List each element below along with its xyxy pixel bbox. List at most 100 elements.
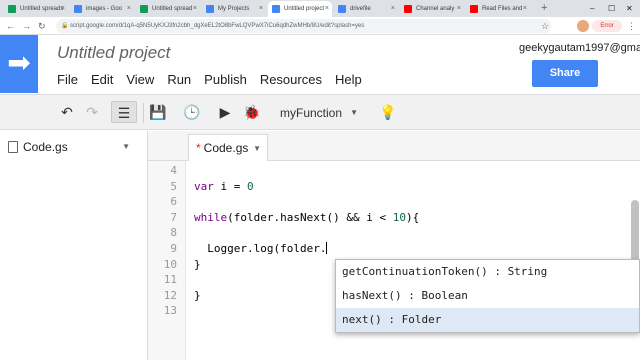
chevron-down-icon: ▼ [350, 108, 358, 117]
browser-menu-icon[interactable]: ⋮ [627, 19, 636, 33]
menu-item-edit[interactable]: Edit [91, 72, 113, 87]
undo-icon[interactable]: ↶ [58, 101, 76, 123]
close-tab-icon[interactable]: × [325, 1, 329, 17]
autocomplete-popup: getContinuationToken() : String hasNext()… [335, 259, 640, 333]
menu-item-publish[interactable]: Publish [204, 72, 247, 87]
browser-tab-strip: + – ☐ ✕ Untitled spreads × images - Goo × Un… [0, 0, 640, 17]
code-token: (folder.hasNext() && i < [227, 210, 393, 224]
line-number: 7 [170, 210, 177, 224]
close-window-button[interactable]: ✕ [626, 0, 633, 17]
browser-tab[interactable]: Read Files and × [466, 1, 530, 17]
line-number: 8 [170, 226, 177, 240]
code-line[interactable]: var i = 0 [194, 179, 254, 195]
minimize-button[interactable]: – [590, 0, 594, 17]
redo-icon[interactable]: ↷ [83, 101, 101, 123]
code-token: 10 [392, 210, 406, 224]
line-number: 11 [163, 273, 177, 287]
close-tab-icon[interactable]: × [61, 1, 65, 17]
favicon-icon [404, 5, 412, 13]
code-token: Logger.log(folder. [194, 242, 327, 255]
close-tab-icon[interactable]: × [127, 1, 131, 17]
reload-button[interactable]: ↻ [38, 19, 46, 33]
share-button[interactable]: Share [532, 60, 598, 87]
browser-tab[interactable]: Untitled spreads × [4, 1, 68, 17]
browser-tab[interactable]: images - Goo × [70, 1, 134, 17]
project-title[interactable]: Untitled project [57, 43, 170, 63]
line-number-gutter: 4 5 6 7 8 9 10 11 12 13 [148, 161, 186, 360]
line-number: 4 [170, 164, 177, 177]
function-select-value: myFunction [280, 106, 343, 120]
code-token: while [194, 210, 228, 224]
editor-tab-label: Code.gs [203, 141, 249, 155]
line-number: 12 [163, 288, 177, 302]
file-pane: Code.gs ▼ [0, 131, 148, 360]
autocomplete-item[interactable]: getContinuationToken() : String [336, 260, 639, 284]
maximize-button[interactable]: ☐ [608, 0, 615, 17]
text-cursor [326, 242, 328, 254]
run-icon[interactable]: ▶ [216, 101, 234, 123]
close-tab-icon[interactable]: × [523, 1, 527, 17]
code-token: i = [213, 179, 247, 193]
indent-icon[interactable]: ☰ [111, 101, 137, 123]
account-email[interactable]: geekygautam1997@gmail [519, 42, 640, 54]
autocomplete-item[interactable]: hasNext() : Boolean [336, 284, 639, 308]
forward-button[interactable]: → [22, 19, 31, 33]
close-tab-icon[interactable]: × [259, 1, 263, 17]
menu-item-help[interactable]: Help [335, 72, 362, 87]
browser-tab[interactable]: Untitled spread × [136, 1, 200, 17]
code-token: } [194, 257, 201, 271]
new-tab-button[interactable]: + [541, 0, 547, 17]
file-item-code-gs[interactable]: Code.gs ▼ [8, 139, 140, 155]
browser-tab[interactable]: Channel analy × [400, 1, 464, 17]
close-tab-icon[interactable]: × [457, 1, 461, 17]
profile-avatar[interactable] [577, 20, 589, 32]
browser-tab-label: Read Files and [482, 6, 523, 12]
menu-item-resources[interactable]: Resources [260, 72, 322, 87]
browser-tab-label: images - Goo [86, 6, 123, 12]
line-number: 10 [163, 257, 177, 271]
lightbulb-icon[interactable]: 💡 [378, 101, 398, 123]
menu-item-view[interactable]: View [126, 72, 154, 87]
code-token: var [194, 179, 214, 193]
autocomplete-item[interactable]: next() : Folder [336, 308, 639, 332]
unsaved-marker: * [196, 141, 201, 155]
line-number: 5 [170, 179, 177, 193]
code-token: ){ [405, 210, 420, 224]
code-line[interactable]: while(folder.hasNext() && i < 10){ [194, 210, 419, 226]
favicon-icon [206, 5, 214, 13]
favicon-icon [140, 5, 148, 13]
line-number: 6 [170, 195, 177, 209]
save-icon[interactable]: 💾 [148, 101, 168, 123]
error-badge[interactable]: Error [592, 20, 622, 32]
code-line[interactable]: Logger.log(folder. [194, 241, 328, 257]
browser-tab[interactable]: Untitled project × [268, 1, 332, 17]
code-token: 0 [247, 179, 254, 193]
code-line[interactable]: } [194, 257, 201, 273]
url-bar[interactable]: 🔒 script.google.com/d/1qA-q5N5UyKXJ3fn2c… [56, 19, 551, 33]
browser-tab-label: Untitled spreads [20, 6, 64, 12]
code-token: } [194, 288, 201, 302]
close-tab-icon[interactable]: × [391, 1, 395, 17]
browser-tab-label: Untitled project [284, 6, 325, 12]
menu-bar: File Edit View Run Publish Resources Help [57, 71, 375, 89]
browser-tab[interactable]: drivefile × [334, 1, 398, 17]
arrow-right-icon[interactable]: ➡ [0, 35, 38, 93]
function-select[interactable]: myFunction ▼ [272, 102, 364, 124]
back-button[interactable]: ← [6, 19, 15, 33]
debug-bug-icon[interactable]: 🐞 [242, 101, 262, 123]
chevron-down-icon[interactable]: ▼ [122, 139, 130, 155]
code-line[interactable]: } [194, 288, 201, 304]
bookmark-star-icon[interactable]: ☆ [541, 19, 549, 33]
toolbar: ↶ ↷ ☰ 💾 🕒 ▶ 🐞 myFunction ▼ 💡 [0, 94, 640, 130]
browser-tab[interactable]: My Projects × [202, 1, 266, 17]
editor-tab-code-gs[interactable]: * Code.gs ▼ [188, 134, 268, 161]
menu-item-file[interactable]: File [57, 72, 78, 87]
chevron-down-icon[interactable]: ▼ [253, 135, 261, 162]
browser-tab-label: Channel analy [416, 6, 455, 12]
browser-tab-label: My Projects [218, 6, 250, 12]
file-item-label: Code.gs [23, 140, 68, 154]
close-tab-icon[interactable]: × [193, 1, 197, 17]
triggers-clock-icon[interactable]: 🕒 [181, 101, 203, 123]
menu-item-run[interactable]: Run [167, 72, 191, 87]
toolbar-divider [143, 103, 144, 123]
